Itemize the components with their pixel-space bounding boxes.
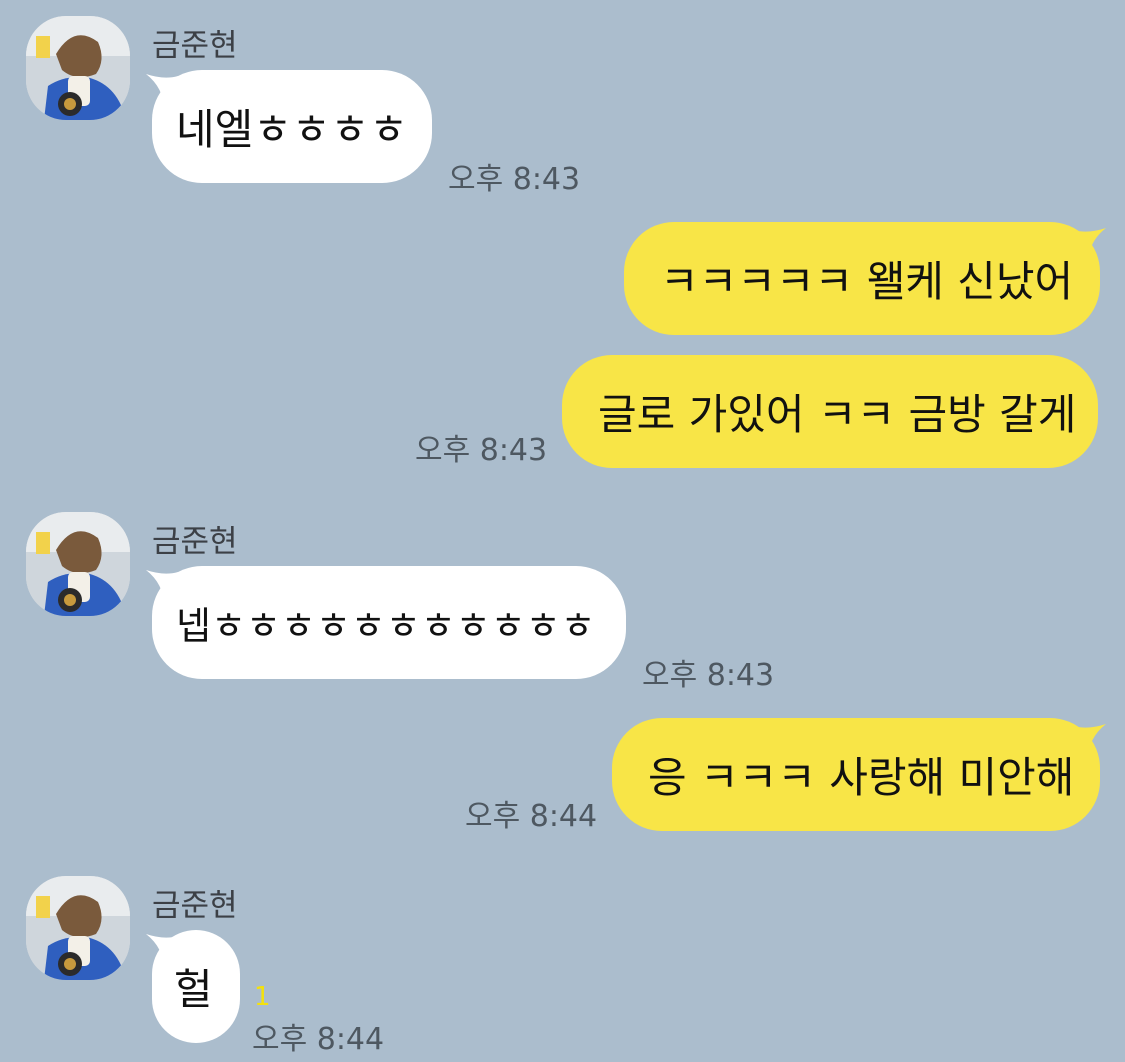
message-text: ㅋㅋㅋㅋㅋ 왤케 신났어 xyxy=(660,257,1074,306)
message-bubble[interactable]: 헐 xyxy=(152,930,240,1043)
message-text: 넵ㅎㅎㅎㅎㅎㅎㅎㅎㅎㅎㅎ xyxy=(176,604,596,648)
message-text: 네엘ㅎㅎㅎㅎ xyxy=(176,105,408,154)
sender-name: 금준현 xyxy=(152,28,238,64)
message-text: 글로 가있어 ㅋㅋ 금방 갈게 xyxy=(598,390,1077,439)
avatar[interactable] xyxy=(26,512,130,616)
message-bubble[interactable]: ㅋㅋㅋㅋㅋ 왤케 신났어 xyxy=(624,222,1100,335)
message-timestamp: 오후 8:43 xyxy=(448,162,581,197)
message-text: 헐 xyxy=(174,965,213,1014)
sender-name: 금준현 xyxy=(152,888,238,924)
message-timestamp: 오후 8:43 xyxy=(642,658,775,693)
message-bubble[interactable]: 응 ㅋㅋㅋ 사랑해 미안해 xyxy=(612,718,1100,831)
message-bubble[interactable]: 글로 가있어 ㅋㅋ 금방 갈게 xyxy=(562,355,1098,468)
message-bubble[interactable]: 넵ㅎㅎㅎㅎㅎㅎㅎㅎㅎㅎㅎ xyxy=(152,566,626,679)
sender-name: 금준현 xyxy=(152,524,238,560)
unread-count: 1 xyxy=(254,982,271,1012)
message-bubble[interactable]: 네엘ㅎㅎㅎㅎ xyxy=(152,70,432,183)
message-text: 응 ㅋㅋㅋ 사랑해 미안해 xyxy=(648,753,1075,802)
avatar[interactable] xyxy=(26,16,130,120)
message-timestamp: 오후 8:44 xyxy=(252,1022,385,1057)
avatar[interactable] xyxy=(26,876,130,980)
message-timestamp: 오후 8:43 xyxy=(415,433,548,468)
message-timestamp: 오후 8:44 xyxy=(465,799,598,834)
